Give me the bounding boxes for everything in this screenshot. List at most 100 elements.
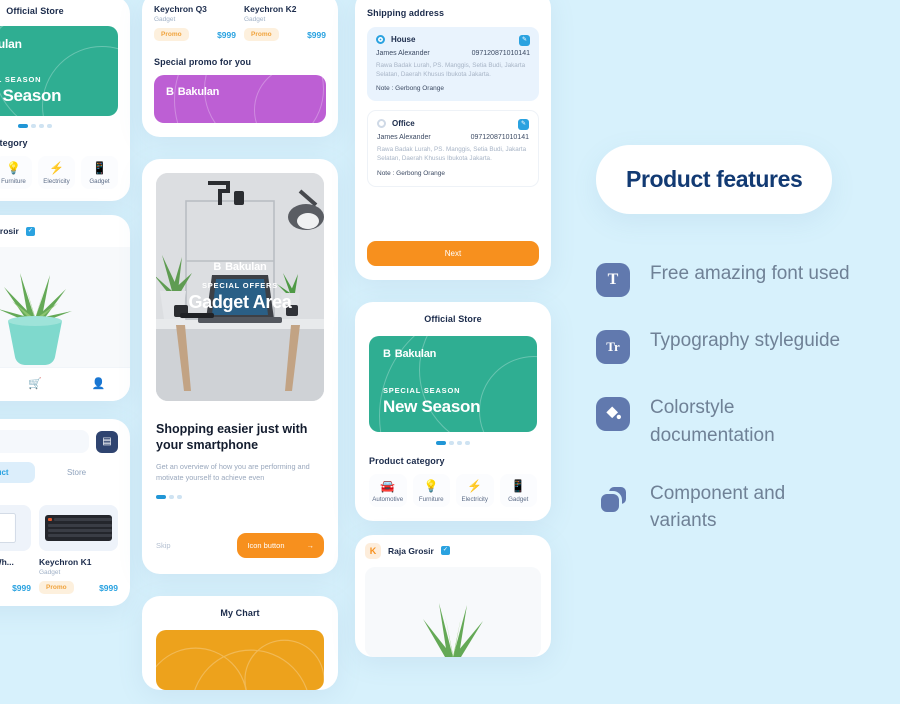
product-features-panel: Product features T Free amazing font use… (560, 0, 900, 680)
bakulan-mark: B (213, 261, 222, 273)
category-label: Furniture (1, 178, 26, 185)
product-category: Gadget (0, 569, 31, 576)
official-store-card-clipped: Official Store B Bakulan SPECIAL SEASON … (0, 0, 130, 201)
banner-brand: B Bakulan (383, 348, 523, 360)
category-label: Electricity (43, 178, 70, 185)
page-title: Product features (626, 166, 803, 193)
product-price: $999 (99, 582, 118, 593)
product-price: $999 (12, 582, 31, 593)
banner-brand: B Bakulan (213, 261, 266, 273)
address-option-house[interactable]: ✎ House James Alexander 097120871010141 … (367, 27, 539, 102)
store-header[interactable]: K Raja Grosir ✓ (0, 215, 130, 247)
succulent-plant-photo (365, 566, 541, 657)
special-promo-banner[interactable]: B Bakulan (154, 75, 326, 123)
pencil-icon[interactable]: ✎ (519, 35, 530, 46)
product-card[interactable]: Keychron Wh... Gadget Promo $999 (0, 505, 31, 594)
skip-button[interactable]: Skip (156, 541, 171, 550)
official-store-card: Official Store B Bakulan SPECIAL SEASON … (355, 301, 551, 521)
pencil-icon[interactable]: ✎ (518, 119, 529, 131)
seller-card: K Raja Grosir ✓ (355, 534, 551, 657)
devices-icon: 📱 (510, 478, 526, 493)
store-header[interactable]: K Raja Grosir ✓ (355, 535, 551, 567)
promo-card: Keychron Q3 Gadget Promo $999 Keychron K… (142, 0, 338, 137)
font-icon-glyph: T (607, 271, 619, 289)
category-automotive[interactable]: 🚘 Automotive (369, 473, 407, 507)
category-gadget[interactable]: 📱 Gadget (499, 473, 537, 507)
category-list: 🚘 Automotive 💡 Furniture ⚡ Electricity 📱… (369, 473, 537, 507)
feature-font: T Free amazing font used (596, 260, 864, 298)
product-card[interactable]: Keychron Q3 Gadget Promo $999 (154, 0, 236, 41)
gadget-area-banner[interactable]: B Bakulan SPECIAL OFFERS Gadget Area (156, 173, 324, 401)
product-name: Keychron Q3 (154, 4, 207, 14)
onboarding-subtitle: Get an overview of how you are performin… (156, 461, 310, 482)
store-logo: K (365, 542, 381, 559)
promo-badge: Promo (244, 28, 279, 41)
component-icon (596, 483, 630, 517)
gadget-onboarding-card: B Bakulan SPECIAL OFFERS Gadget Area Sho… (142, 159, 338, 575)
category-furniture[interactable]: 💡 Furniture (0, 156, 32, 189)
category-electricity[interactable]: ⚡ Electricity (38, 156, 75, 189)
font-icon: T (596, 263, 630, 298)
nav-profile[interactable]: 👤 (67, 377, 130, 390)
paint-bucket-icon (596, 397, 630, 432)
search-card-clipped: ▤ Product Store Keychron Wh... Gadget Pr… (0, 419, 130, 606)
season-banner[interactable]: B Bakulan SPECIAL SEASON New Season (369, 335, 537, 432)
feature-label: Component and variants (650, 482, 786, 532)
product-name: Keychron K2 (244, 4, 297, 14)
banner-headline: New Season (383, 396, 481, 416)
middle-column-one: Keychron Q3 Gadget Promo $999 Keychron K… (142, 0, 338, 704)
chart-banner[interactable] (156, 630, 324, 691)
nav-cart[interactable]: 🛒 (3, 377, 66, 390)
category-label: Furniture (418, 495, 444, 503)
keyboard-white-icon (0, 513, 16, 543)
address-radio[interactable] (377, 119, 386, 129)
product-photo[interactable] (365, 566, 541, 657)
tab-store[interactable]: Store (35, 462, 118, 483)
product-price: $999 (217, 29, 236, 40)
category-gadget[interactable]: 📱 Gadget (81, 156, 118, 189)
search-input[interactable] (0, 430, 89, 453)
store-name: Raja Grosir (0, 226, 19, 236)
banner-dots[interactable] (0, 124, 118, 128)
address-type: Office (392, 119, 415, 129)
product-card[interactable]: Keychron K1 Gadget Promo $999 (39, 505, 118, 594)
typography-icon-glyph: Tr (606, 339, 620, 355)
tab-product[interactable]: Product (0, 462, 35, 483)
season-banner[interactable]: B Bakulan SPECIAL SEASON New Season (0, 26, 118, 116)
category-electricity[interactable]: ⚡ Electricity (456, 473, 494, 507)
product-card[interactable]: Keychron K2 Gadget Promo $999 (244, 0, 326, 41)
address-radio[interactable] (376, 35, 385, 44)
banner-dots[interactable] (369, 440, 537, 445)
product-thumbnail (0, 505, 31, 551)
onboarding-dots[interactable] (156, 495, 324, 500)
category-furniture[interactable]: 💡 Furniture (412, 473, 450, 507)
filter-icon[interactable]: ▤ (96, 430, 118, 453)
banner-arcs (154, 75, 326, 123)
search-row: ▤ (0, 430, 118, 453)
bakulan-name: Bakulan (394, 347, 437, 360)
bakulan-mark: B (383, 347, 391, 360)
product-photo[interactable] (0, 247, 130, 367)
address-option-office[interactable]: ✎ Office James Alexander 097120871010141… (367, 110, 539, 187)
feature-colorstyle: Colorstyle documentation (596, 394, 864, 449)
feature-label: Colorstyle documentation (650, 397, 775, 446)
store-name: Raja Grosir (388, 545, 434, 556)
bolt-icon: ⚡ (467, 478, 483, 493)
shipping-title: Shipping address (367, 8, 445, 18)
product-grid: Keychron Q3 Gadget Promo $999 Keychron K… (154, 0, 326, 41)
address-note: Note : Gerbong Orange (377, 169, 445, 177)
bakulan-mark: B (166, 86, 174, 98)
search-results: Keychron Wh... Gadget Promo $999 (0, 505, 118, 594)
icon-button[interactable]: Icon button → (237, 533, 324, 559)
product-thumbnail (39, 505, 118, 551)
next-button[interactable]: Next (367, 240, 539, 266)
chart-arcs (156, 639, 324, 691)
category-list: 🚘 Automotive 💡 Furniture ⚡ Electricity 📱… (0, 156, 118, 189)
product-category-title: Product category (369, 455, 445, 466)
my-chart-title: My Chart (220, 608, 260, 619)
bottom-nav: ▦ 🛒 👤 (0, 367, 130, 401)
middle-column-two: Shipping address ✎ House James Alexander… (355, 0, 551, 671)
banner-kicker: SPECIAL OFFERS (201, 281, 279, 290)
car-icon: 🚘 (380, 478, 396, 493)
feature-label: Free amazing font used (650, 263, 850, 285)
